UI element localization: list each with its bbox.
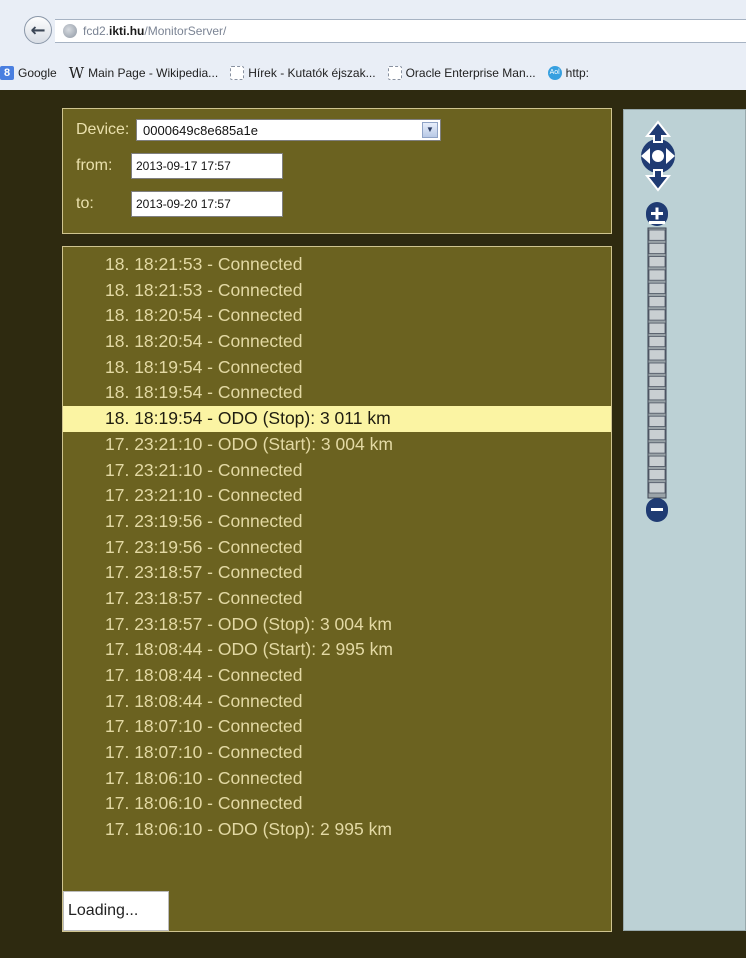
from-label: from:: [76, 157, 113, 174]
device-select[interactable]: 0000649c8e685a1e ▼: [136, 119, 441, 141]
log-entry[interactable]: 17. 18:06:10 - ODO (Stop): 2 995 km: [63, 817, 611, 843]
filter-panel: Device: 0000649c8e685a1e ▼ from: 2013-09…: [62, 108, 612, 234]
bookmark-http[interactable]: Aol http:: [547, 66, 589, 80]
event-log-list: 18. 18:21:53 - Connected 18. 18:21:53 - C…: [63, 252, 611, 843]
zoom-level-tick: [648, 429, 666, 441]
to-label: to:: [76, 195, 94, 212]
url-path: /MonitorServer/: [144, 24, 227, 38]
log-entry[interactable]: 18. 18:20:54 - Connected: [63, 303, 611, 329]
loading-indicator: Loading...: [63, 891, 169, 931]
wikipedia-icon: W: [68, 64, 85, 82]
zoom-level-tick: [648, 229, 666, 241]
zoom-level-tick: [648, 415, 666, 427]
browser-chrome: ← fcd2.ikti.hu/MonitorServer/ 8 Google W…: [0, 0, 746, 90]
zoom-level-tick: [648, 269, 666, 281]
url-prefix: fcd2.: [83, 24, 110, 38]
event-log-panel[interactable]: 18. 18:21:53 - Connected 18. 18:21:53 - C…: [62, 246, 612, 932]
log-entry[interactable]: 17. 23:21:10 - Connected: [63, 483, 611, 509]
bookmark-wikipedia[interactable]: W Main Page - Wikipedia...: [68, 64, 219, 82]
log-entry[interactable]: 17. 23:21:10 - Connected: [63, 458, 611, 484]
zoom-level-tick: [648, 455, 666, 467]
zoom-level-tick: [648, 389, 666, 401]
log-entry[interactable]: 17. 23:18:57 - Connected: [63, 586, 611, 612]
zoom-level-tick: [648, 322, 666, 334]
zoom-in-icon: [646, 202, 668, 226]
bookmark-label: Hírek - Kutatók éjszak...: [248, 66, 376, 80]
zoom-level-tick: [648, 362, 666, 374]
zoom-level-tick: [648, 375, 666, 388]
globe-icon: [63, 24, 77, 38]
log-entry[interactable]: 17. 18:06:10 - Connected: [63, 766, 611, 792]
log-entry[interactable]: 18. 18:19:54 - Connected: [63, 355, 611, 381]
log-entry[interactable]: 17. 23:19:56 - Connected: [63, 535, 611, 561]
log-entry[interactable]: 18. 18:19:54 - Connected: [63, 380, 611, 406]
address-bar-row: ← fcd2.ikti.hu/MonitorServer/: [0, 10, 746, 46]
zoom-level-tick: [648, 402, 666, 414]
log-entry[interactable]: 18. 18:19:54 - ODO (Stop): 3 011 km: [63, 406, 611, 432]
zoom-level-tick: [648, 256, 666, 268]
bookmark-label: Oracle Enterprise Man...: [405, 66, 536, 80]
zoom-level-tick: [648, 309, 666, 321]
page-icon: [387, 66, 402, 80]
zoom-slider[interactable]: [644, 202, 670, 524]
url-domain: ikti.hu: [109, 24, 145, 38]
zoom-level-tick: [648, 482, 666, 494]
device-value: 0000649c8e685a1e: [143, 122, 258, 138]
log-entry[interactable]: 17. 18:08:44 - ODO (Start): 2 995 km: [63, 637, 611, 663]
bookmark-google[interactable]: 8 Google: [0, 66, 57, 80]
log-entry[interactable]: 17. 18:07:10 - Connected: [63, 740, 611, 766]
back-arrow-icon[interactable]: ←: [24, 16, 52, 44]
zoom-level-tick: [648, 335, 666, 348]
log-entry[interactable]: 17. 23:21:10 - ODO (Start): 3 004 km: [63, 432, 611, 458]
log-entry[interactable]: 17. 18:06:10 - Connected: [63, 791, 611, 817]
bookmarks-bar: 8 Google W Main Page - Wikipedia... Híre…: [0, 60, 746, 86]
bookmark-oracle[interactable]: Oracle Enterprise Man...: [387, 66, 536, 80]
from-date-input[interactable]: 2013-09-17 17:57: [131, 153, 283, 179]
to-date-input[interactable]: 2013-09-20 17:57: [131, 191, 283, 217]
map-view[interactable]: [623, 109, 746, 931]
page-icon: [230, 66, 245, 80]
log-entry[interactable]: 18. 18:20:54 - Connected: [63, 329, 611, 355]
log-entry[interactable]: 18. 18:21:53 - Connected: [63, 252, 611, 278]
zoom-level-tick: [648, 442, 666, 454]
zoom-out-icon: [646, 498, 668, 522]
chevron-down-icon[interactable]: ▼: [422, 122, 438, 138]
pan-arrows-icon[interactable]: [638, 120, 678, 192]
bookmark-label: Main Page - Wikipedia...: [88, 66, 219, 80]
log-entry[interactable]: 17. 18:08:44 - Connected: [63, 663, 611, 689]
zoom-level-tick: [648, 349, 666, 361]
monitor-app: Device: 0000649c8e685a1e ▼ from: 2013-09…: [14, 94, 746, 958]
zoom-level-tick: [648, 468, 666, 481]
device-label: Device:: [76, 121, 130, 138]
zoom-level-tick: [648, 296, 666, 308]
log-entry[interactable]: 17. 18:08:44 - Connected: [63, 689, 611, 715]
zoom-level-tick: [648, 282, 666, 294]
google-icon: 8: [0, 66, 14, 80]
address-field[interactable]: fcd2.ikti.hu/MonitorServer/: [55, 19, 746, 43]
log-entry[interactable]: 17. 23:18:57 - ODO (Stop): 3 004 km: [63, 612, 611, 638]
log-entry[interactable]: 17. 23:19:56 - Connected: [63, 509, 611, 535]
device-row: Device: 0000649c8e685a1e ▼: [76, 119, 441, 141]
zoom-level-tick: [648, 242, 666, 254]
from-row: from: 2013-09-17 17:57: [76, 153, 283, 179]
log-entry[interactable]: 18. 18:21:53 - Connected: [63, 278, 611, 304]
log-entry[interactable]: 17. 23:18:57 - Connected: [63, 560, 611, 586]
to-row: to: 2013-09-20 17:57: [76, 191, 283, 217]
url-text: fcd2.ikti.hu/MonitorServer/: [83, 24, 226, 38]
aol-icon: Aol: [547, 66, 562, 80]
log-entry[interactable]: 17. 18:07:10 - Connected: [63, 714, 611, 740]
bookmark-label: Google: [18, 66, 57, 80]
bookmark-hirek[interactable]: Hírek - Kutatók éjszak...: [230, 66, 376, 80]
bookmark-label: http:: [565, 66, 589, 80]
